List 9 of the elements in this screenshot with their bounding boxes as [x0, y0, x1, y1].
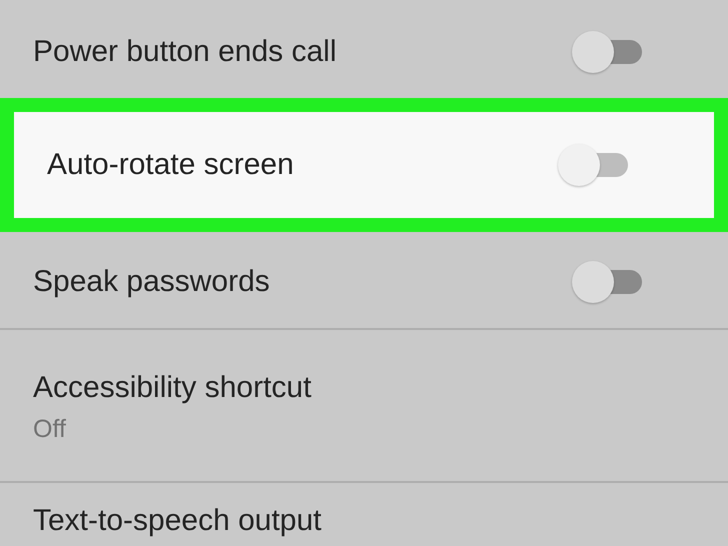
setting-label: Speak passwords	[33, 264, 270, 300]
setting-label: Auto-rotate screen	[47, 147, 294, 183]
toggle-switch[interactable]	[572, 261, 642, 303]
setting-label: Text-to-speech output	[33, 505, 322, 537]
toggle-switch[interactable]	[572, 31, 642, 73]
setting-label: Accessibility shortcut	[33, 370, 312, 406]
toggle-switch[interactable]	[558, 144, 628, 186]
setting-label: Power button ends call	[33, 34, 337, 70]
setting-summary: Off	[33, 414, 67, 444]
